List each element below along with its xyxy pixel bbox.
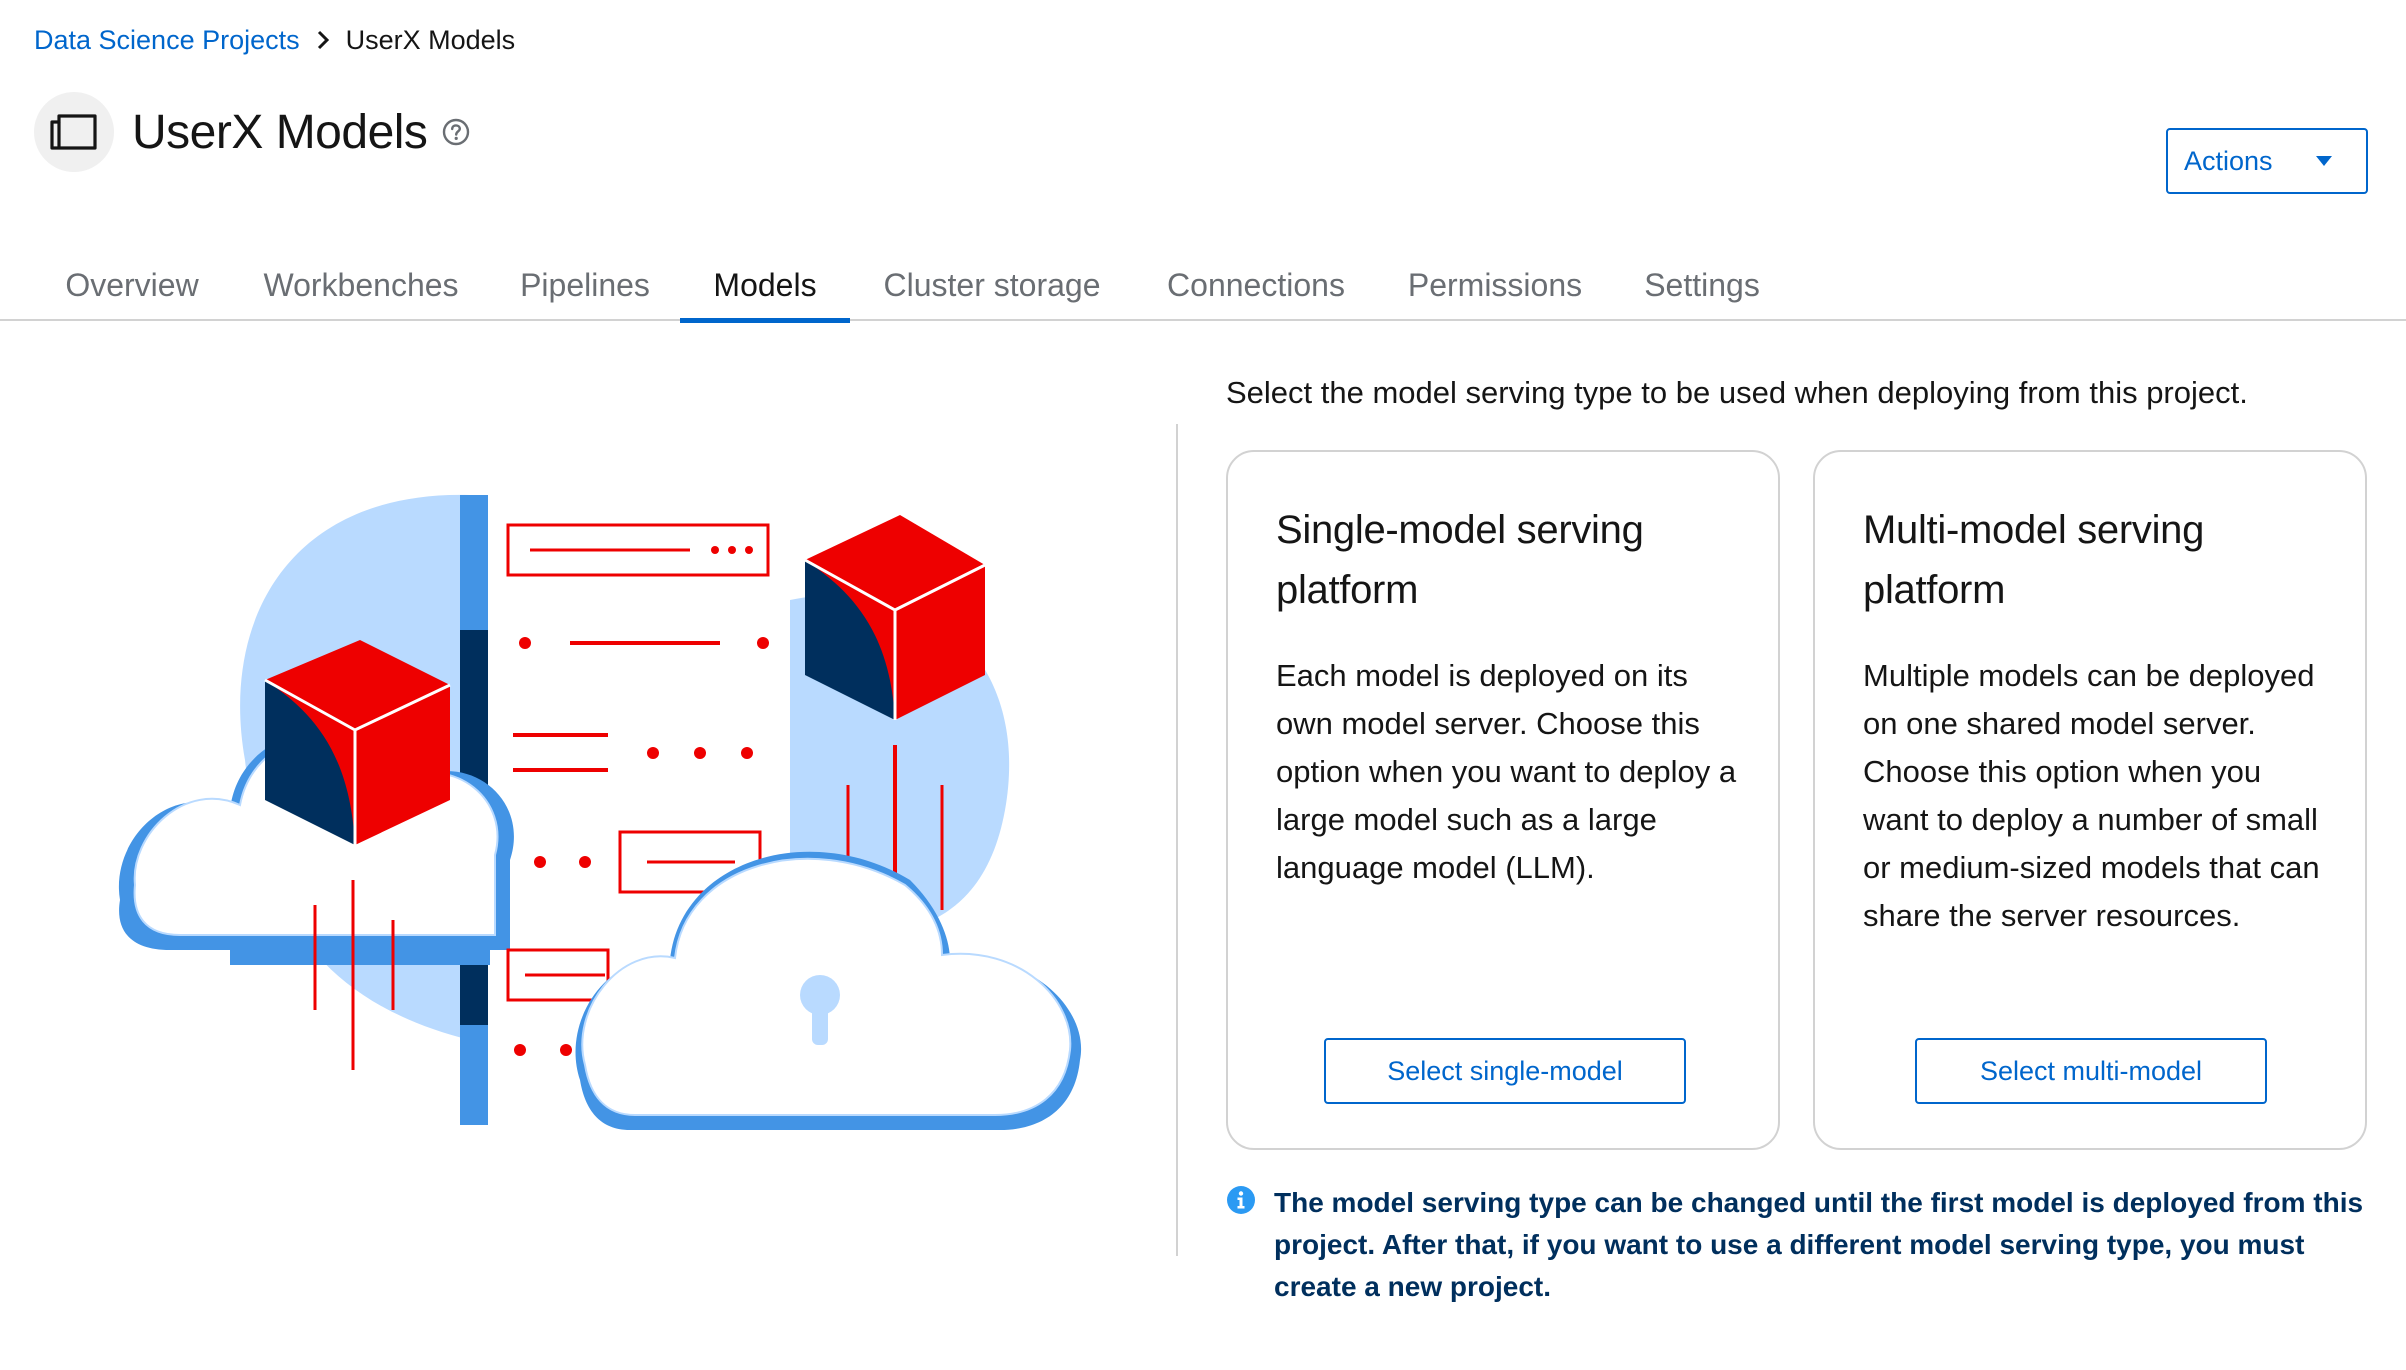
tab-models[interactable]: Models bbox=[680, 250, 850, 323]
tab-overview[interactable]: Overview bbox=[32, 250, 232, 321]
breadcrumb: Data Science Projects UserX Models bbox=[34, 20, 515, 60]
serving-type-info-text: The model serving type can be changed un… bbox=[1274, 1187, 2364, 1302]
page-header: UserX Models bbox=[34, 92, 471, 172]
tab-permissions[interactable]: Permissions bbox=[1378, 250, 1612, 321]
tab-cluster-storage[interactable]: Cluster storage bbox=[850, 250, 1134, 321]
breadcrumb-link-projects[interactable]: Data Science Projects bbox=[34, 20, 300, 60]
tab-workbenches[interactable]: Workbenches bbox=[232, 250, 490, 321]
actions-label: Actions bbox=[2184, 145, 2273, 176]
multi-model-card: Multi-model serving platform Multiple mo… bbox=[1813, 450, 2367, 1150]
multi-model-title: Multi-model serving platform bbox=[1863, 508, 2205, 612]
single-model-card: Single-model serving platform Each model… bbox=[1226, 450, 1780, 1150]
info-circle-icon bbox=[1226, 1185, 1256, 1215]
single-model-title: Single-model serving platform bbox=[1276, 508, 1644, 612]
chevron-right-icon bbox=[300, 30, 346, 50]
tab-connections[interactable]: Connections bbox=[1134, 250, 1378, 321]
caret-down-icon bbox=[2315, 155, 2333, 167]
project-folder-icon bbox=[34, 92, 114, 172]
select-single-model-button[interactable]: Select single-model bbox=[1324, 1038, 1686, 1104]
breadcrumb-current: UserX Models bbox=[345, 25, 516, 55]
actions-dropdown-button[interactable]: Actions bbox=[2166, 128, 2368, 194]
multi-model-description: Multiple models can be deployed on one s… bbox=[1863, 658, 2320, 933]
content-divider bbox=[1176, 424, 1178, 1256]
model-serving-illustration bbox=[110, 480, 1110, 1165]
project-tabs: Overview Workbenches Pipelines Models Cl… bbox=[0, 250, 2406, 323]
help-icon[interactable] bbox=[441, 117, 471, 147]
select-multi-model-button[interactable]: Select multi-model bbox=[1915, 1038, 2267, 1104]
single-model-description: Each model is deployed on its own model … bbox=[1276, 658, 1737, 885]
serving-type-info-alert: The model serving type can be changed un… bbox=[1226, 1182, 2376, 1308]
page-title: UserX Models bbox=[132, 105, 428, 159]
tab-pipelines[interactable]: Pipelines bbox=[490, 250, 680, 321]
tab-settings[interactable]: Settings bbox=[1612, 250, 1792, 321]
serving-type-intro: Select the model serving type to be used… bbox=[1226, 375, 2248, 410]
